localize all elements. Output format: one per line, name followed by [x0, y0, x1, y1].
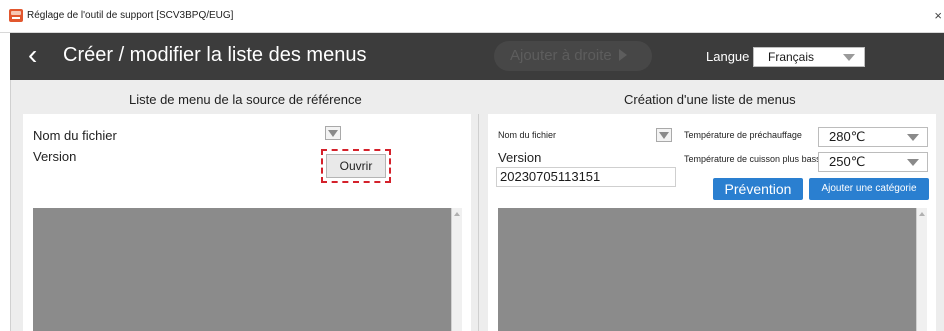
- panel-divider: [478, 114, 479, 331]
- min-cook-temp-label: Température de cuisson plus basse: [684, 154, 826, 164]
- reference-menu-list[interactable]: [33, 208, 451, 331]
- version-label: Version: [498, 150, 542, 165]
- language-label: Langue: [706, 49, 750, 64]
- preheat-temp-value: 280℃: [829, 129, 866, 144]
- version-label: Version: [33, 149, 77, 164]
- app-icon: [9, 9, 23, 22]
- filename-label: Nom du fichier: [33, 128, 117, 143]
- min-cook-temp-value: 250℃: [829, 154, 866, 169]
- back-chevron-icon[interactable]: ‹: [28, 41, 37, 69]
- min-cook-temp-select[interactable]: 250℃: [818, 152, 928, 172]
- chevron-down-icon: [907, 134, 919, 141]
- open-button[interactable]: Ouvrir: [326, 154, 386, 178]
- close-icon[interactable]: ×: [934, 8, 942, 23]
- left-section-title: Liste de menu de la source de référence: [129, 92, 362, 107]
- preheat-temp-label: Température de préchauffage: [684, 130, 802, 140]
- window-titlebar: Réglage de l'outil de support [SCV3BPQ/E…: [0, 0, 944, 33]
- language-select-value: Français: [768, 50, 815, 64]
- menu-creation-panel: Nom du fichier Version 20230705113151 Te…: [488, 114, 936, 331]
- add-category-button[interactable]: Ajouter une catégorie: [809, 178, 929, 200]
- content-area: Liste de menu de la source de référence …: [10, 80, 944, 331]
- language-select[interactable]: Français: [753, 47, 865, 67]
- chevron-down-icon: [843, 54, 855, 61]
- page-title: Créer / modifier la liste des menus: [63, 44, 367, 66]
- scroll-up-icon[interactable]: [454, 212, 460, 216]
- play-arrow-icon: [618, 49, 627, 61]
- reference-list-scrollbar[interactable]: [451, 208, 462, 331]
- chevron-down-icon: [907, 159, 919, 166]
- page-header: ‹ Créer / modifier la liste des menus Aj…: [10, 33, 944, 80]
- filename-dropdown[interactable]: [656, 128, 672, 142]
- filename-dropdown[interactable]: [325, 126, 341, 140]
- add-right-button[interactable]: Ajouter à droite: [494, 41, 652, 71]
- window-title: Réglage de l'outil de support [SCV3BPQ/E…: [27, 10, 234, 21]
- version-input[interactable]: 20230705113151: [496, 167, 676, 187]
- reference-menu-panel: Nom du fichier Version Ouvrir: [23, 114, 471, 331]
- right-section-title: Création d'une liste de menus: [624, 92, 796, 107]
- add-right-button-label: Ajouter à droite: [510, 47, 612, 64]
- filename-label: Nom du fichier: [498, 130, 557, 140]
- preheat-temp-select[interactable]: 280℃: [818, 127, 928, 147]
- new-list-scrollbar[interactable]: [916, 208, 927, 331]
- new-menu-list[interactable]: [498, 208, 916, 331]
- scroll-up-icon[interactable]: [919, 212, 925, 216]
- prevention-button[interactable]: Prévention: [713, 178, 803, 200]
